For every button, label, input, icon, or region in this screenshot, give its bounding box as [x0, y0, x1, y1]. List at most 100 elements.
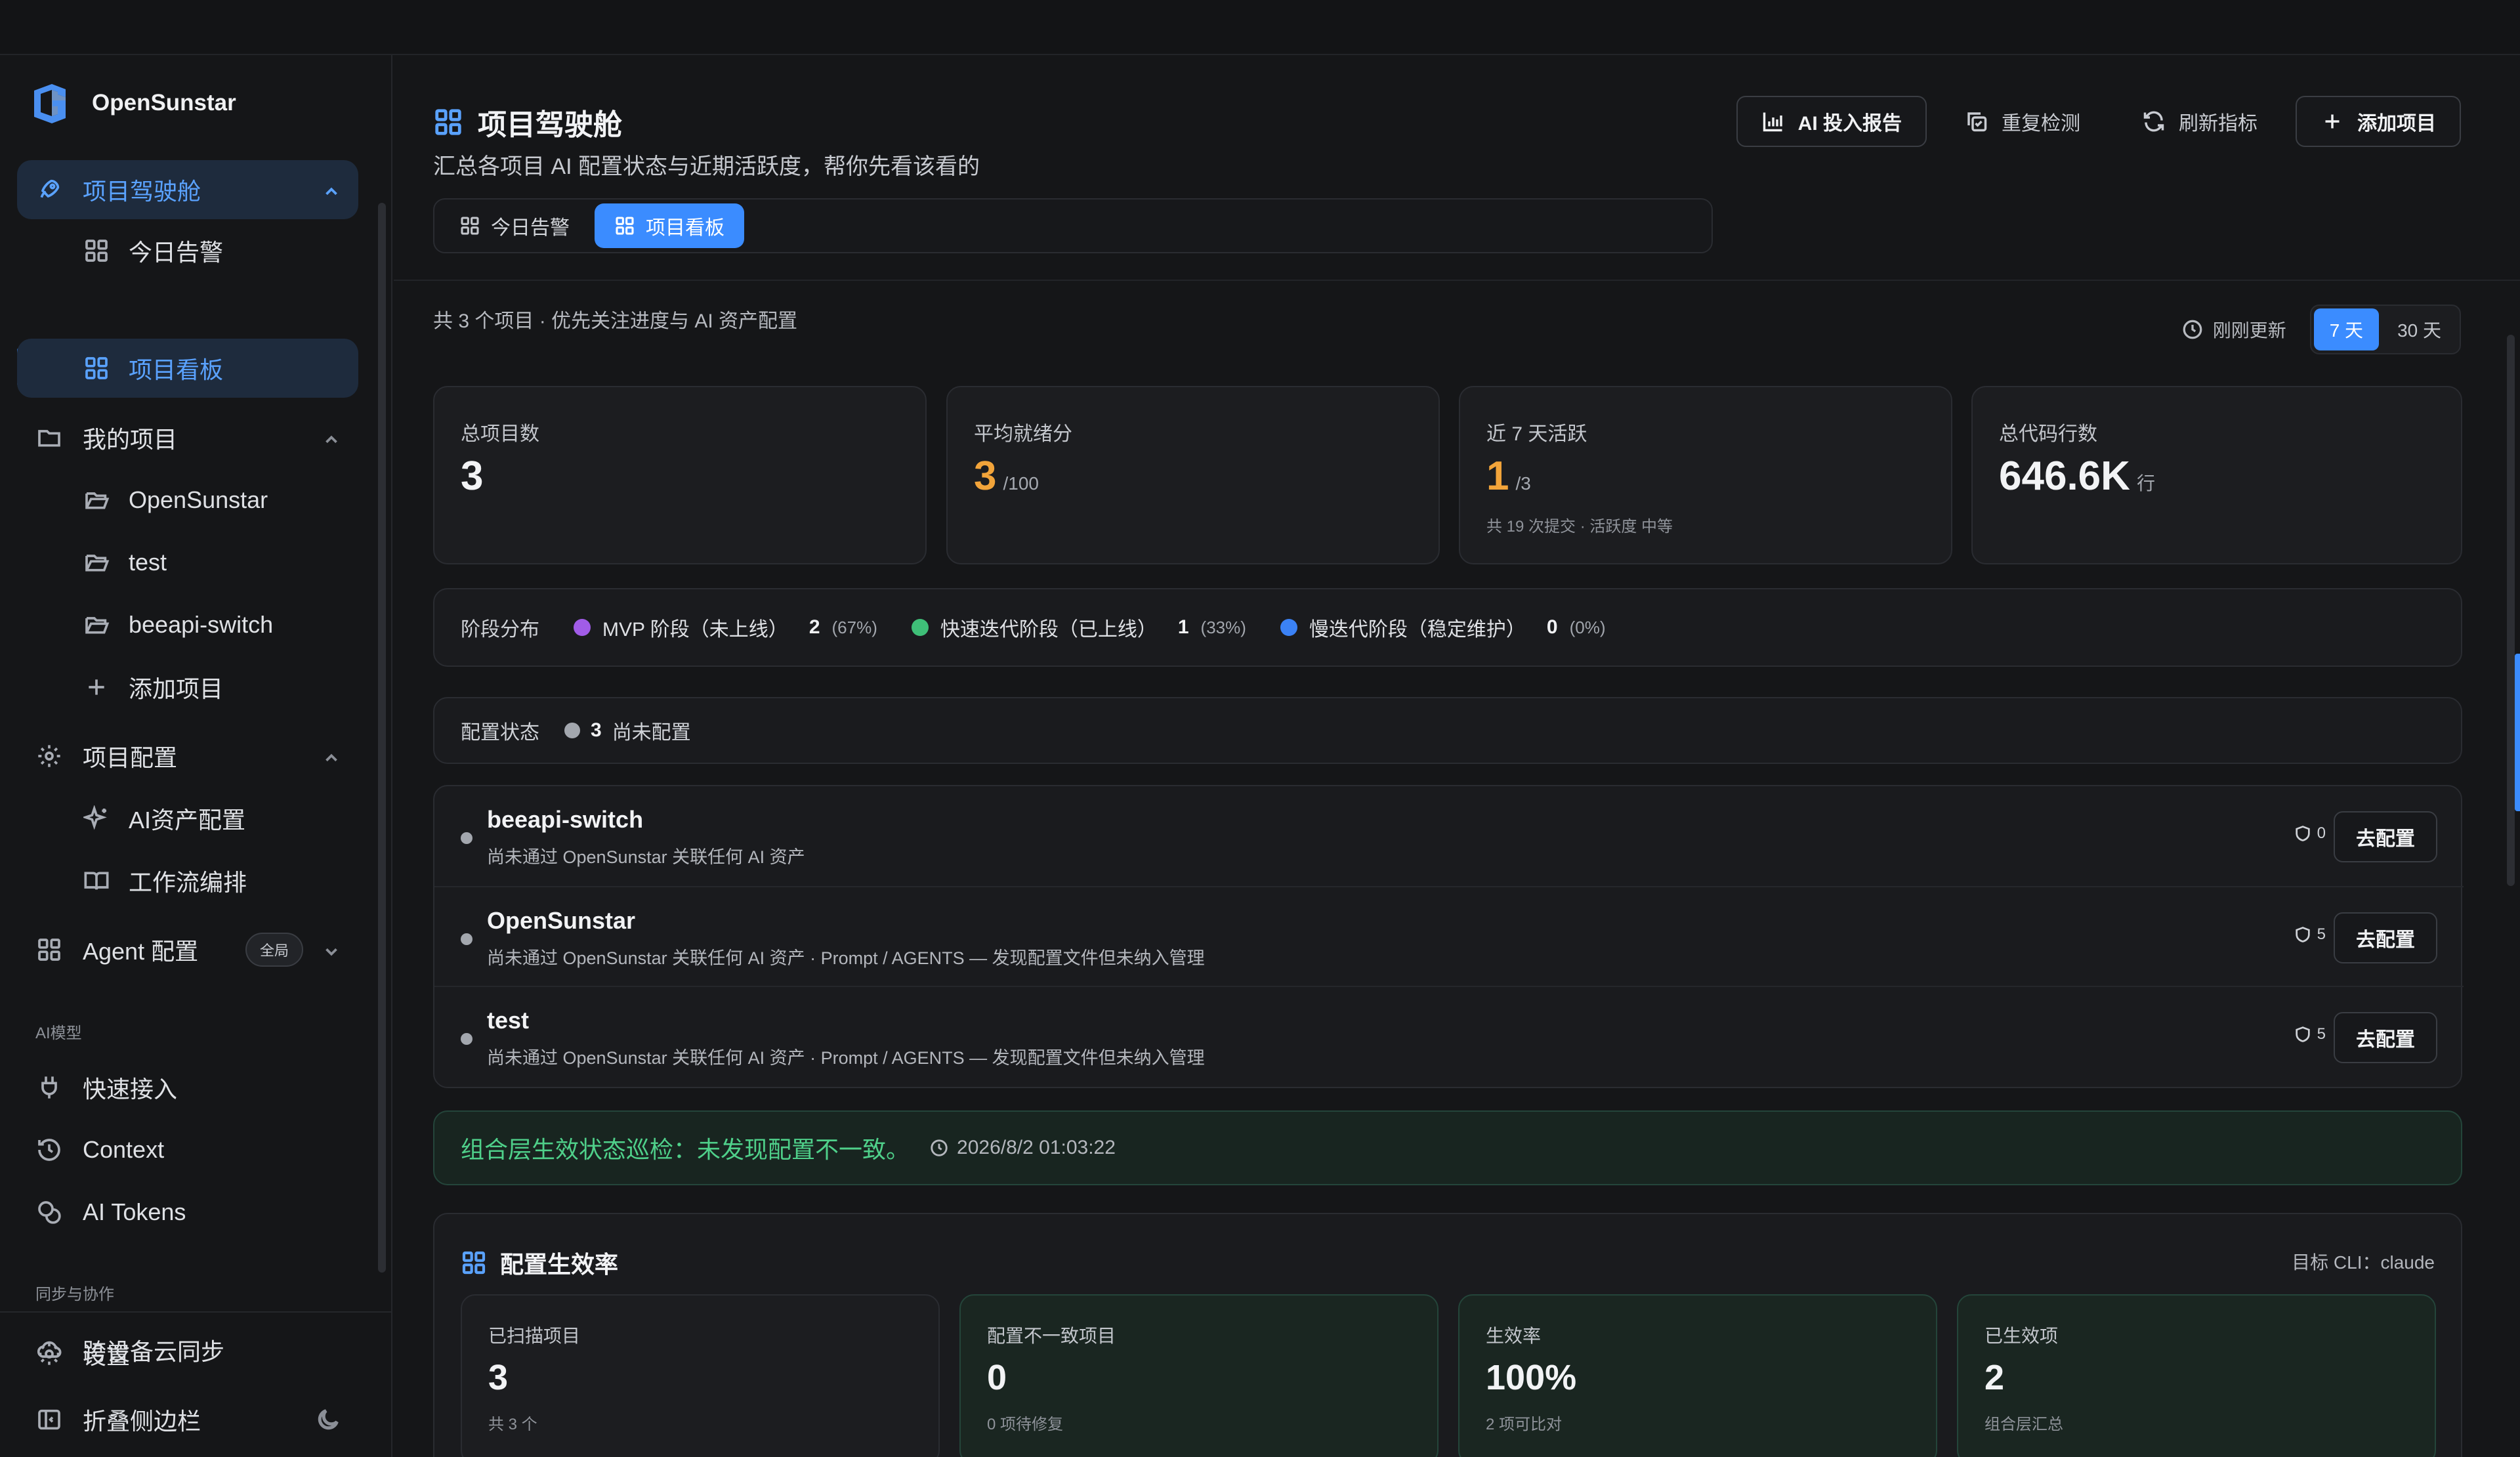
sidebar-group-project-config[interactable]: 项目配置 — [17, 727, 358, 786]
collapse-label: 折叠侧边栏 — [83, 1408, 201, 1435]
metric-card-effective-items: 已生效项 2 组合层汇总 — [1957, 1294, 2436, 1457]
sidebar-item-board[interactable]: 项目看板 — [17, 339, 358, 398]
sidebar-item-label: 今日告警 — [129, 239, 224, 266]
configure-button[interactable]: 去配置 — [2334, 1012, 2437, 1063]
sidebar-item-ai-assets[interactable]: AI资产配置 — [17, 789, 358, 848]
range-7d-button[interactable]: 7 天 — [2313, 308, 2380, 350]
sidebar-group-label: 我的项目 — [83, 426, 178, 453]
stage-percent: (67%) — [831, 617, 877, 637]
stat-label: 平均就绪分 — [974, 423, 1072, 445]
sidebar-item-project-test[interactable]: test — [17, 533, 358, 592]
metric-value: 0 — [987, 1358, 1007, 1397]
asset-count: 5 — [2294, 1025, 2326, 1044]
sidebar-item-label: 项目看板 — [129, 356, 224, 383]
sidebar-group-projects[interactable]: 我的项目 — [17, 408, 358, 467]
inspection-text: 组合层生效状态巡检：未发现配置不一致。 — [461, 1136, 910, 1163]
sidebar-item-project-beeapi-switch[interactable]: beeapi-switch — [17, 595, 358, 654]
settings-label: 设置 — [83, 1342, 131, 1369]
stat-label: 近 7 天活跃 — [1486, 423, 1587, 445]
stage-mvp: MVP 阶段（未上线） 2 (67%) — [574, 613, 877, 642]
sidebar-item-label: Context — [83, 1136, 165, 1163]
inspection-banner: 组合层生效状态巡检：未发现配置不一致。 2026/8/2 01:03:22 — [433, 1110, 2462, 1185]
stage-fast-iteration: 快速迭代阶段（已上线） 1 (33%) — [911, 613, 1246, 642]
range-30d-button[interactable]: 30 天 — [2382, 308, 2457, 350]
sidebar-item-quick-connect[interactable]: 快速接入 — [17, 1058, 358, 1117]
project-summary: 共 3 个项目 · 优先关注进度与 AI 资产配置 — [433, 310, 798, 332]
recheck-button[interactable]: 重复检测 — [1941, 96, 2104, 147]
sidebar-item-alerts[interactable]: 今日告警 — [17, 221, 358, 280]
moon-icon[interactable] — [315, 1406, 341, 1433]
stage-percent: (33%) — [1200, 617, 1246, 637]
sidebar-group-agent-config[interactable]: Agent 配置 全局 — [17, 920, 358, 979]
chevron-down-icon[interactable] — [322, 940, 341, 960]
stat-card-active-7d: 近 7 天活跃 1/3 共 19 次提交 · 活跃度 中等 — [1459, 386, 1952, 564]
sidebar-item-label: AI Tokens — [83, 1198, 186, 1225]
stat-label: 总代码行数 — [1999, 423, 2097, 445]
sidebar-scrollbar[interactable] — [378, 203, 386, 1273]
chevron-up-icon[interactable] — [322, 746, 341, 766]
window-titlebar — [0, 0, 2520, 55]
refresh-metrics-button[interactable]: 刷新指标 — [2118, 96, 2281, 147]
sidebar-group-label: Agent 配置 — [83, 938, 199, 965]
sidebar-group-cockpit[interactable]: 项目驾驶舱 — [17, 160, 358, 219]
stat-value: 3/100 — [974, 453, 1039, 499]
project-description: 尚未通过 OpenSunstar 关联任何 AI 资产 — [487, 847, 805, 867]
project-name: beeapi-switch — [487, 806, 644, 833]
refresh-icon — [2143, 111, 2164, 132]
stat-label: 总项目数 — [461, 423, 539, 445]
stat-card-total-projects: 总项目数 3 — [433, 386, 927, 564]
stage-name: 快速迭代阶段（已上线） — [940, 619, 1157, 641]
asset-count-value: 0 — [2317, 824, 2326, 842]
metric-note: 组合层汇总 — [1984, 1416, 2063, 1433]
range-selector: 7 天 30 天 — [2309, 305, 2461, 354]
metric-label: 配置不一致项目 — [987, 1326, 1116, 1346]
sparkles-icon — [83, 805, 110, 832]
divider — [0, 1311, 392, 1313]
metric-card-scanned: 已扫描项目 3 共 3 个 — [461, 1294, 940, 1457]
stat-unit: /100 — [1003, 473, 1039, 494]
configure-button[interactable]: 去配置 — [2334, 811, 2437, 862]
brand-logo-icon — [34, 84, 66, 123]
scope-badge: 全局 — [245, 933, 303, 967]
stat-value: 646.6K 行 — [1999, 453, 2155, 499]
stat-value: 3 — [461, 453, 483, 499]
collapse-sidebar-button[interactable]: 折叠侧边栏 — [17, 1390, 358, 1449]
tab-board[interactable]: 项目看板 — [595, 203, 744, 248]
sidebar-item-add-project[interactable]: 添加项目 — [17, 658, 358, 717]
panel-title: 配置生效率 — [461, 1246, 618, 1280]
metric-note: 2 项可比对 — [1486, 1416, 1563, 1433]
main-scrollbar[interactable] — [2507, 335, 2515, 886]
inspection-time: 2026/8/2 01:03:22 — [929, 1137, 1116, 1159]
asset-count-value: 5 — [2317, 1025, 2326, 1043]
metric-value: 3 — [488, 1358, 509, 1397]
sidebar-group-label: 项目驾驶舱 — [83, 178, 201, 205]
plus-icon — [83, 673, 110, 701]
project-row[interactable]: beeapi-switch 尚未通过 OpenSunstar 关联任何 AI 资… — [434, 786, 2464, 886]
sidebar-item-ai-tokens[interactable]: AI Tokens — [17, 1183, 358, 1242]
ai-report-button[interactable]: AI 投入报告 — [1736, 96, 1927, 147]
add-project-button[interactable]: 添加项目 — [2296, 96, 2461, 147]
project-description: 尚未通过 OpenSunstar 关联任何 AI 资产 · Prompt / A… — [487, 948, 1205, 968]
clock-icon — [2183, 320, 2202, 339]
stat-note: 共 19 次提交 · 活跃度 中等 — [1486, 518, 1673, 536]
settings-button[interactable]: 设置 — [17, 1324, 358, 1383]
last-updated: 刚刚更新 — [2181, 316, 2286, 343]
chevron-up-icon[interactable] — [322, 180, 341, 200]
gear-icon — [35, 1340, 63, 1368]
sidebar-item-workflow[interactable]: 工作流编排 — [17, 851, 358, 910]
brand[interactable]: OpenSunstar — [29, 80, 236, 126]
configure-button[interactable]: 去配置 — [2334, 912, 2437, 963]
sidebar-item-context[interactable]: Context — [17, 1120, 358, 1179]
clock-icon — [931, 1139, 948, 1156]
stat-card-avg-readiness: 平均就绪分 3/100 — [946, 386, 1440, 564]
project-row[interactable]: OpenSunstar 尚未通过 OpenSunstar 关联任何 AI 资产 … — [434, 886, 2464, 986]
tab-alerts[interactable]: 今日告警 — [440, 203, 589, 248]
project-row[interactable]: test 尚未通过 OpenSunstar 关联任何 AI 资产 · Promp… — [434, 986, 2464, 1086]
config-status-text: 尚未配置 — [612, 722, 691, 744]
sidebar-item-project-opensunstar[interactable]: OpenSunstar — [17, 471, 358, 530]
edge-handle[interactable] — [2515, 654, 2520, 811]
metric-label: 已生效项 — [1984, 1326, 2059, 1346]
config-effectiveness-panel: 配置生效率 目标 CLI：claude 已扫描项目 3 共 3 个 配置不一致项… — [433, 1213, 2462, 1457]
view-tabs: 今日告警 项目看板 — [433, 198, 1713, 253]
chevron-up-icon[interactable] — [322, 428, 341, 448]
